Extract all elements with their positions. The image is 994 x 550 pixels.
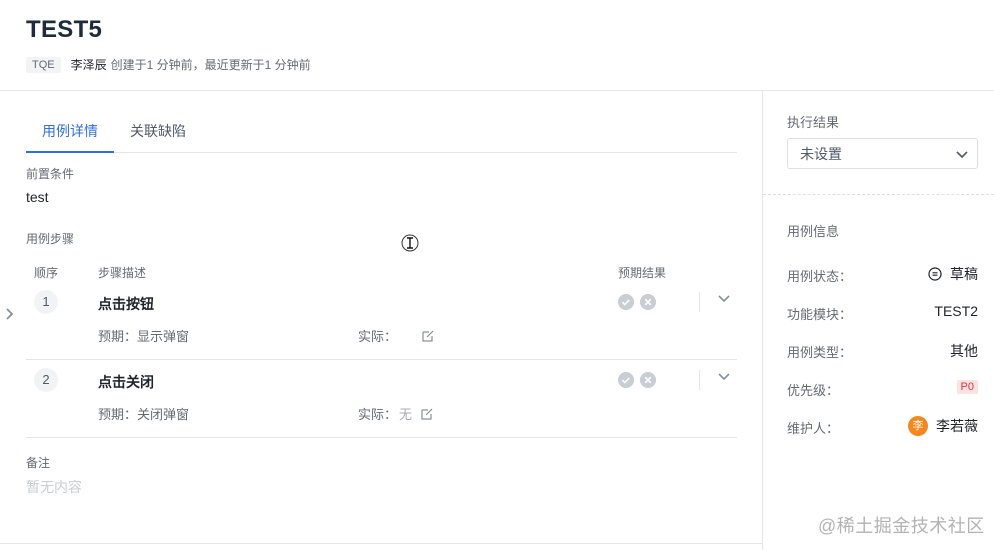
watermark: @稀土掘金技术社区 — [818, 516, 985, 536]
exec-result-label: 执行结果 — [787, 115, 840, 130]
exec-result-select[interactable]: 未设置 — [787, 138, 978, 169]
meta-time-text: 创建于1 分钟前，最近更新于1 分钟前 — [110, 58, 311, 72]
precondition-value: test — [26, 189, 49, 205]
chevron-down-icon — [956, 151, 968, 159]
module-value: TEST2 — [934, 303, 978, 319]
divider — [699, 292, 700, 312]
priority-label: 优先级： — [787, 383, 840, 398]
result-buttons — [618, 294, 656, 310]
step-number: 1 — [34, 290, 58, 314]
actual-label: 实际： — [358, 329, 398, 344]
bottom-divider — [0, 543, 763, 544]
type-label: 用例类型： — [787, 345, 853, 360]
dashed-divider — [763, 194, 994, 195]
steps-label: 用例步骤 — [26, 232, 75, 246]
edit-icon[interactable] — [421, 329, 435, 343]
divider — [699, 370, 700, 390]
case-info-title: 用例信息 — [787, 224, 840, 239]
avatar: 李 — [908, 416, 928, 436]
step-expected: 预期：显示弹窗 — [98, 329, 190, 344]
fail-icon[interactable] — [640, 372, 656, 388]
author-name[interactable]: 李泽辰 — [71, 56, 107, 73]
text-cursor-icon — [401, 234, 419, 252]
case-header: TEST5 TQE 李泽辰 创建于1 分钟前，最近更新于1 分钟前 — [0, 0, 994, 91]
step-title: 点击关闭 — [98, 374, 154, 390]
pass-icon[interactable] — [618, 372, 634, 388]
draft-status-icon — [928, 267, 942, 281]
case-meta: TQE 李泽辰 创建于1 分钟前，最近更新于1 分钟前 — [26, 56, 311, 73]
page-title: TEST5 — [26, 16, 103, 43]
result-buttons — [618, 372, 656, 388]
status-text: 草稿 — [950, 266, 978, 282]
type-value: 其他 — [950, 343, 978, 359]
fail-icon[interactable] — [640, 294, 656, 310]
priority-badge: P0 — [956, 380, 978, 394]
owner-value: 李 李若薇 — [908, 416, 978, 436]
step-expected: 预期：关闭弹窗 — [98, 407, 190, 422]
chevron-down-icon[interactable] — [716, 368, 732, 384]
step-actual: 实际： — [358, 326, 435, 345]
main-panel: 用例详情 关联缺陷 前置条件 test 用例步骤 顺序 步骤描述 预期结果 1 … — [0, 91, 763, 550]
project-tag: TQE — [26, 56, 61, 73]
owner-name: 李若薇 — [936, 418, 978, 434]
col-order: 顺序 — [34, 266, 59, 280]
precondition-label: 前置条件 — [26, 167, 75, 181]
remark-empty-text[interactable]: 暂无内容 — [26, 477, 82, 497]
actual-value: 无 — [399, 407, 413, 422]
step-row: 1 点击按钮 预期：显示弹窗 实际： — [26, 282, 737, 360]
step-actual: 实际： 无 — [358, 404, 434, 423]
status-label: 用例状态： — [787, 269, 853, 284]
edit-icon[interactable] — [420, 407, 434, 421]
step-number: 2 — [34, 368, 58, 392]
pass-icon[interactable] — [618, 294, 634, 310]
owner-label: 维护人： — [787, 421, 840, 436]
exec-result-value: 未设置 — [800, 146, 842, 162]
step-title: 点击按钮 — [98, 296, 154, 312]
step-row: 2 点击关闭 预期：关闭弹窗 实际： 无 — [26, 360, 737, 438]
module-label: 功能模块： — [787, 307, 853, 322]
priority-value: P0 — [956, 380, 978, 394]
tab-bar: 用例详情 关联缺陷 — [26, 111, 737, 153]
steps-table-header: 顺序 步骤描述 预期结果 — [26, 264, 737, 280]
tab-case-details[interactable]: 用例详情 — [26, 111, 114, 153]
side-panel: 执行结果 未设置 用例信息 用例状态： 草稿 功能模块： TEST2 用例类型：… — [763, 91, 994, 550]
expand-arrow-icon[interactable] — [5, 307, 15, 321]
remark-label: 备注 — [26, 456, 51, 470]
status-value: 草稿 — [928, 264, 978, 284]
col-description: 步骤描述 — [98, 266, 147, 280]
col-expected-result: 预期结果 — [618, 266, 667, 280]
chevron-down-icon[interactable] — [716, 290, 732, 306]
actual-label: 实际： — [358, 407, 398, 422]
tab-linked-defects[interactable]: 关联缺陷 — [114, 111, 202, 153]
